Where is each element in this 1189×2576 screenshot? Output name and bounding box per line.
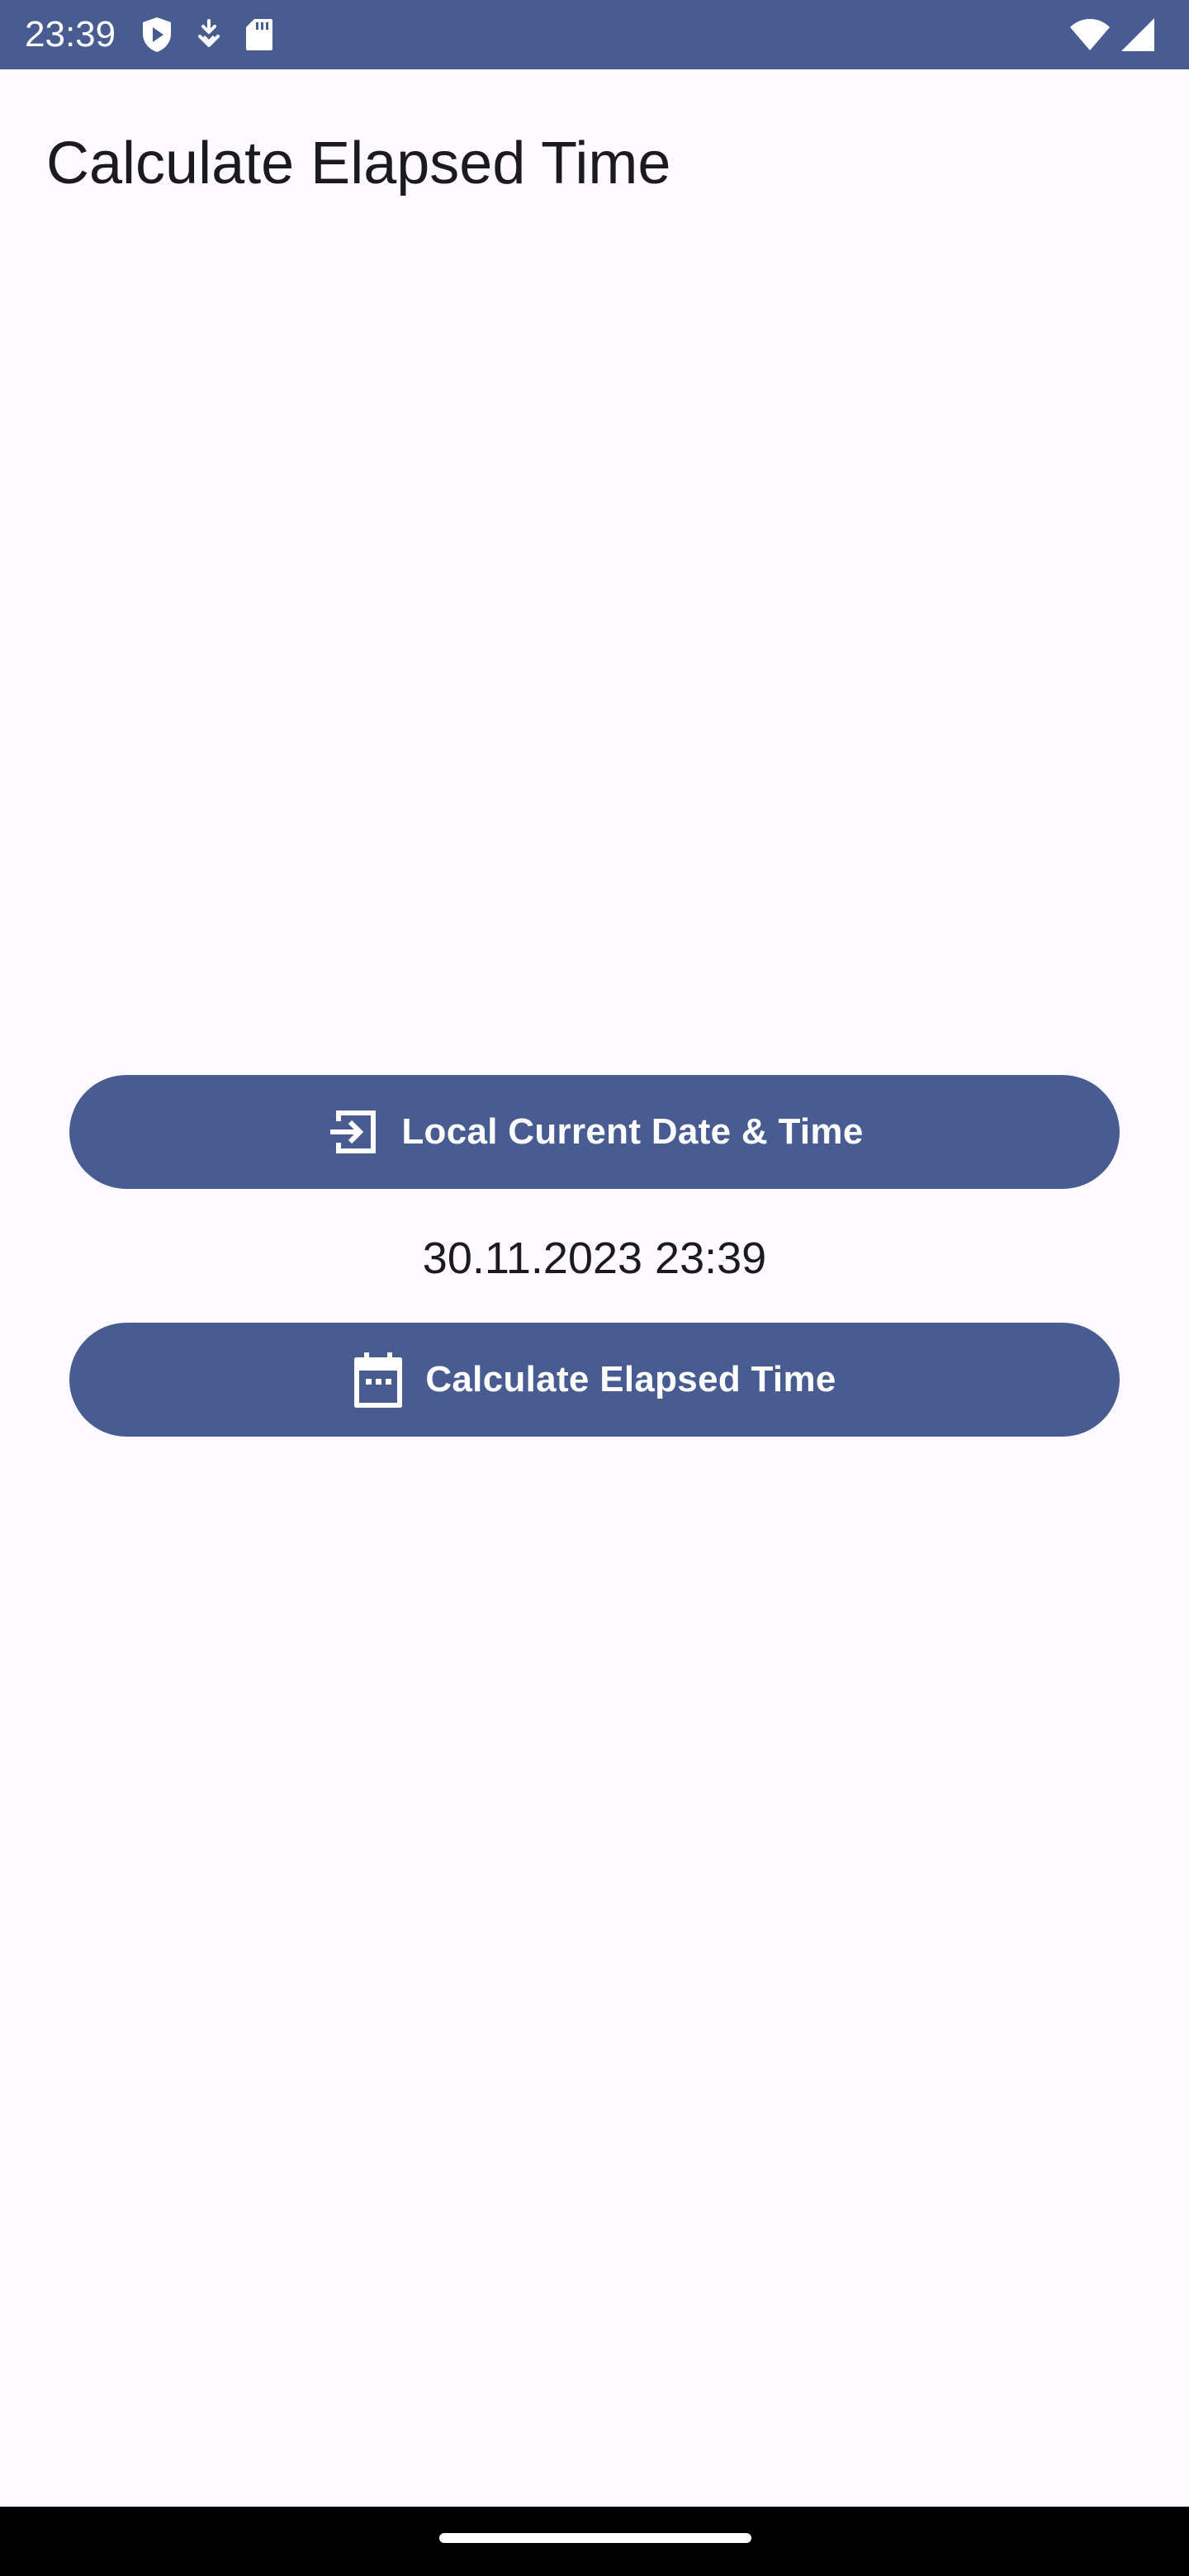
signal-icon	[1121, 18, 1154, 51]
local-current-datetime-button[interactable]: Local Current Date & Time	[69, 1075, 1120, 1189]
calendar-icon	[354, 1352, 403, 1408]
app-screen: 23:39 Calculate Elapsed Time Local Curre…	[0, 0, 1189, 2576]
shield-play-icon	[143, 17, 171, 52]
calculate-elapsed-time-button[interactable]: Calculate Elapsed Time	[69, 1323, 1120, 1437]
current-datetime-text: 30.11.2023 23:39	[422, 1234, 767, 1283]
download-arrows-icon	[198, 19, 220, 47]
local-current-datetime-label: Local Current Date & Time	[401, 1111, 864, 1152]
status-notification-icons	[140, 15, 274, 54]
wifi-icon	[1070, 19, 1110, 50]
status-time: 23:39	[25, 14, 116, 54]
login-arrow-icon	[330, 1110, 377, 1153]
sd-card-icon	[246, 19, 272, 50]
status-system-icons	[1068, 15, 1156, 54]
calculate-elapsed-time-label: Calculate Elapsed Time	[425, 1359, 836, 1399]
page-title: Calculate Elapsed Time	[46, 130, 671, 197]
home-gesture-handle[interactable]	[439, 2533, 751, 2543]
status-bar: 23:39	[0, 0, 1189, 69]
